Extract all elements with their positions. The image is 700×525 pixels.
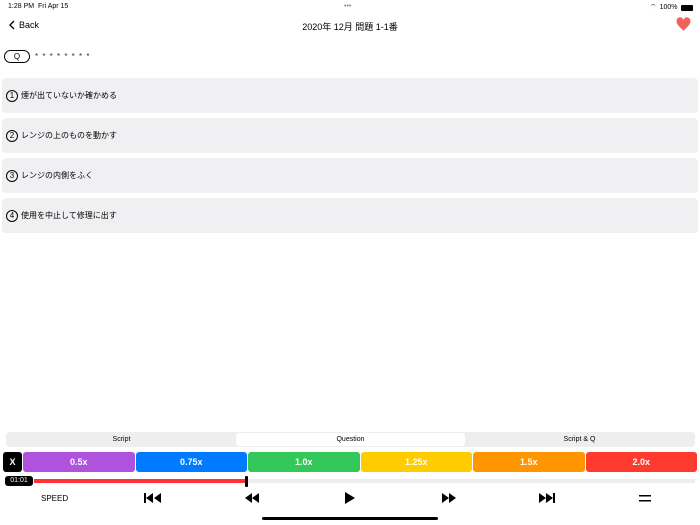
option-number: 4 (6, 209, 18, 222)
speed-1-5x[interactable]: 1.5x (473, 452, 585, 472)
tab-question[interactable]: Question (236, 433, 465, 446)
elapsed-time: 01:01 (5, 476, 33, 486)
option-number: 2 (6, 129, 18, 142)
status-right: ⌔ 100% (650, 3, 693, 12)
multitask-dots[interactable]: ••• (344, 3, 351, 10)
speed-1-0x[interactable]: 1.0x (248, 452, 360, 472)
status-time: 1:28 PM Fri Apr 15 (8, 3, 68, 10)
view-segmented-control: Script Question Script & Q (6, 432, 695, 447)
option-4[interactable]: 4 使用を中止して修理に出す (2, 198, 698, 233)
question-row: Q * * * * * * * * (4, 50, 90, 63)
question-button[interactable]: Q (4, 50, 30, 63)
option-2[interactable]: 2 レンジの上のものを動かす (2, 118, 698, 153)
speed-button[interactable]: SPEED (41, 494, 68, 503)
option-number: 1 (6, 89, 18, 102)
speed-0-75x[interactable]: 0.75x (135, 452, 247, 472)
option-text: 煙が出ていないか確かめる (21, 91, 117, 100)
question-stars: * * * * * * * * (35, 52, 91, 61)
time: 1:28 PM (8, 3, 35, 10)
rewind-icon[interactable] (244, 492, 260, 504)
tab-script-and-q[interactable]: Script & Q (465, 433, 694, 446)
home-indicator (262, 517, 438, 520)
progress-thumb[interactable] (244, 476, 248, 487)
option-text: 使用を中止して修理に出す (21, 211, 117, 220)
play-icon[interactable] (345, 492, 355, 504)
heart-icon[interactable] (676, 17, 691, 32)
menu-icon[interactable] (639, 495, 651, 502)
page-title: 2020年 12月 問題 1-1番 (302, 22, 398, 32)
option-text: レンジの内側をふく (21, 171, 93, 180)
speed-0-5x[interactable]: 0.5x (23, 452, 135, 472)
progress-fill (34, 479, 246, 483)
option-3[interactable]: 3 レンジの内側をふく (2, 158, 698, 193)
skip-back-icon[interactable] (144, 492, 162, 504)
option-1[interactable]: 1 煙が出ていないか確かめる (2, 78, 698, 113)
option-number: 3 (6, 169, 18, 182)
date: Fri Apr 15 (37, 3, 69, 10)
battery-icon (680, 4, 693, 11)
speed-2-0x[interactable]: 2.0x (585, 452, 697, 472)
tab-script[interactable]: Script (7, 433, 236, 446)
close-speed-button[interactable]: X (3, 452, 22, 472)
skip-forward-icon[interactable] (538, 492, 556, 504)
option-text: レンジの上のものを動かす (21, 131, 117, 140)
fast-forward-icon[interactable] (441, 492, 457, 504)
speed-1-25x[interactable]: 1.25x (360, 452, 472, 472)
progress-slider[interactable] (34, 479, 695, 483)
speed-selector: X 0.5x 0.75x 1.0x 1.25x 1.5x 2.0x (3, 452, 697, 472)
wifi-icon: ⌔ (650, 4, 657, 11)
battery-percent: 100% (659, 4, 678, 11)
